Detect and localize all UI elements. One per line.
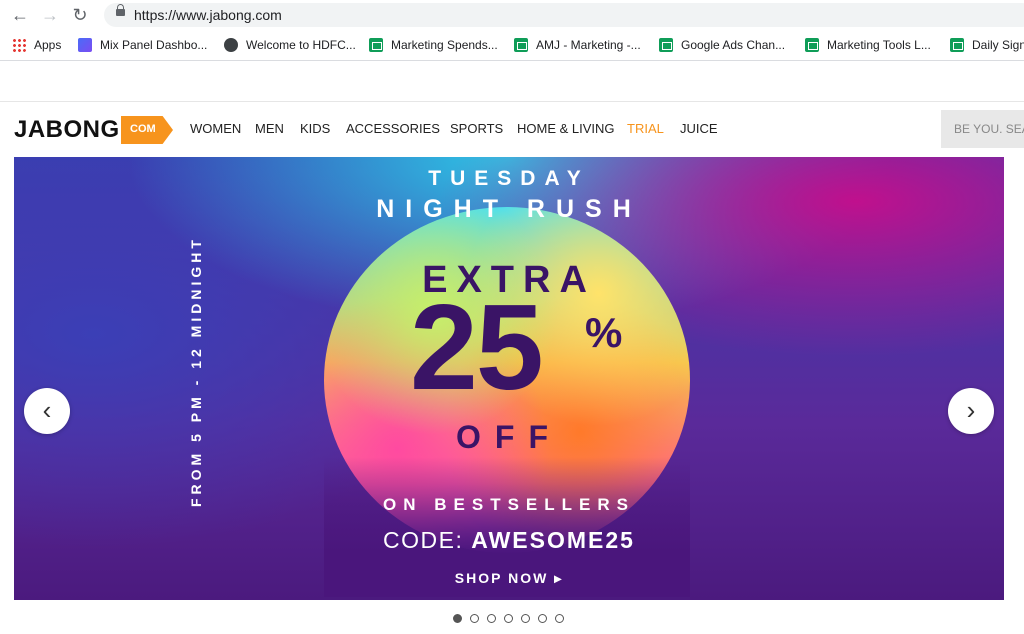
promo-banner[interactable]: TUESDAY NIGHT RUSH EXTRA 25 % OFF FROM 5… (14, 157, 1004, 600)
nav-trial[interactable]: TRIAL (627, 121, 664, 136)
carousel-dot[interactable] (538, 614, 547, 623)
mixpanel-icon (78, 38, 92, 52)
forward-icon[interactable]: → (40, 5, 60, 25)
logo-tag: COM (121, 116, 173, 144)
carousel-dot[interactable] (521, 614, 530, 623)
bookmarks-bar: Apps Mix Panel Dashbo... Welcome to HDFC… (0, 30, 1024, 61)
bookmark-amj-marketing[interactable]: AMJ - Marketing -... (514, 36, 641, 54)
sheets-icon (369, 38, 383, 52)
nav-accessories[interactable]: ACCESSORIES (346, 121, 440, 136)
banner-amount: 25 (410, 279, 544, 415)
bookmark-apps[interactable]: Apps (12, 36, 61, 54)
nav-juice[interactable]: JUICE (680, 121, 718, 136)
carousel-dot[interactable] (555, 614, 564, 623)
bookmark-hdfc[interactable]: Welcome to HDFC... (224, 36, 356, 54)
code-value: AWESOME25 (471, 527, 635, 553)
url-text[interactable]: https://www.jabong.com (134, 7, 282, 23)
nav-men[interactable]: MEN (255, 121, 284, 136)
site-header: JABONG COM WOMEN MEN KIDS ACCESSORIES SP… (0, 102, 1024, 156)
banner-code: CODE: AWESOME25 (14, 527, 1004, 554)
lock-icon (116, 4, 125, 16)
carousel-dot[interactable] (487, 614, 496, 623)
chevron-right-icon: › (966, 395, 976, 425)
nav-women[interactable]: WOMEN (190, 121, 241, 136)
banner-percent: % (585, 309, 623, 356)
bookmark-mixpanel[interactable]: Mix Panel Dashbo... (78, 36, 207, 54)
site-top-strip (0, 61, 1024, 102)
carousel-next-button[interactable]: › (948, 388, 994, 434)
sheets-icon (659, 38, 673, 52)
reload-icon[interactable]: ↻ (70, 5, 90, 25)
play-arrow-icon: ▸ (554, 570, 564, 586)
banner-timing: FROM 5 PM - 12 MIDNIGHT (188, 236, 204, 507)
apps-grid-icon (12, 38, 26, 52)
bookmark-marketing-spends[interactable]: Marketing Spends... (369, 36, 498, 54)
globe-icon (224, 38, 238, 52)
shop-now-label: SHOP NOW (454, 570, 549, 586)
carousel-dot[interactable] (504, 614, 513, 623)
bookmark-google-ads[interactable]: Google Ads Chan... (659, 36, 785, 54)
logo-text: JABONG (14, 116, 120, 143)
sheets-icon (805, 38, 819, 52)
banner-bestsellers: ON BESTSELLERS (383, 495, 635, 514)
address-bar[interactable]: https://www.jabong.com (104, 3, 1024, 27)
carousel-dot[interactable] (470, 614, 479, 623)
banner-line2: NIGHT RUSH (376, 195, 642, 223)
bookmark-marketing-tools[interactable]: Marketing Tools L... (805, 36, 931, 54)
banner-line1: TUESDAY (428, 167, 590, 190)
search-input[interactable]: BE YOU. SEA (941, 110, 1024, 148)
code-label: CODE: (383, 527, 464, 553)
nav-kids[interactable]: KIDS (300, 121, 330, 136)
back-icon[interactable]: ← (10, 5, 30, 25)
sheets-icon (950, 38, 964, 52)
nav-home-living[interactable]: HOME & LIVING (517, 121, 615, 136)
chevron-left-icon: ‹ (42, 395, 52, 425)
nav-sports[interactable]: SPORTS (450, 121, 503, 136)
carousel-dot[interactable] (453, 614, 462, 623)
browser-toolbar: ← → ↻ https://www.jabong.com (0, 0, 1024, 30)
shop-now-button[interactable]: SHOP NOW ▸ (14, 570, 1004, 587)
carousel-prev-button[interactable]: ‹ (24, 388, 70, 434)
sheets-icon (514, 38, 528, 52)
bookmark-daily-sign[interactable]: Daily Sign (950, 36, 1024, 54)
banner-off: OFF (456, 419, 562, 455)
